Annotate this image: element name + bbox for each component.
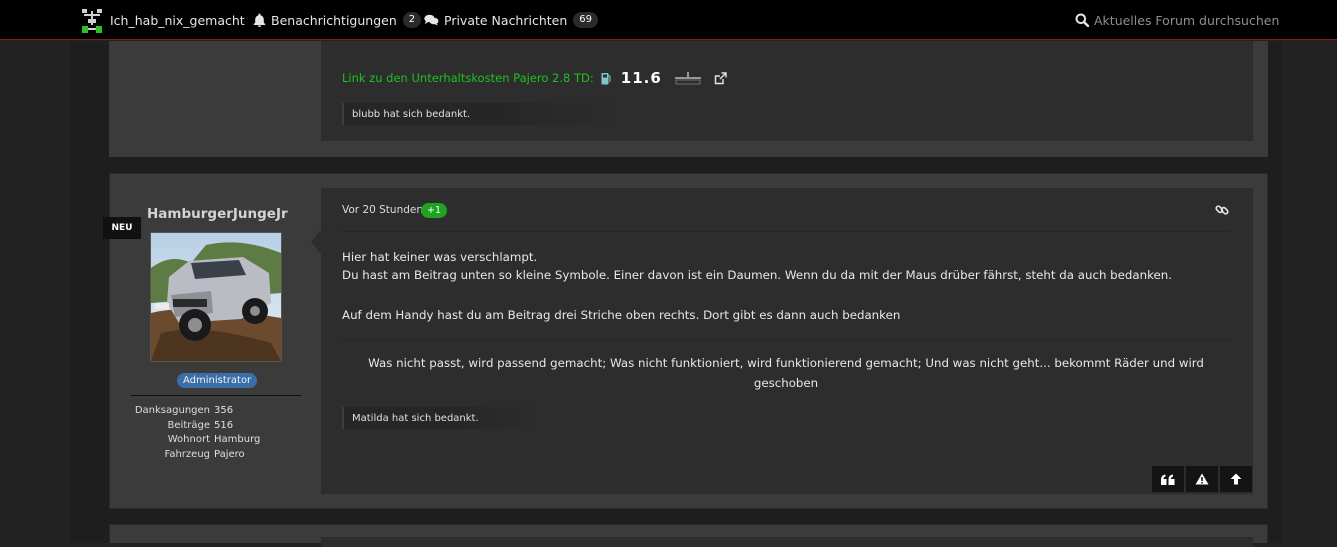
new-post-label: NEU <box>103 217 141 239</box>
private-messages-label: Private Nachrichten <box>444 12 568 28</box>
stat-label-beitraege: Beiträge <box>167 419 210 431</box>
vote-badge: +1 <box>421 203 448 218</box>
quote-button[interactable] <box>1152 466 1184 492</box>
search-placeholder: Aktuelles Forum durchsuchen <box>1094 12 1280 28</box>
user-info-divider <box>131 395 301 396</box>
post-content: Vor 20 Stunden +1 Hier hat keiner was ve… <box>311 188 1254 494</box>
post-body-line-2: Du hast am Beitrag unten so kleine Symbo… <box>342 268 1173 282</box>
user-stats-values: 356 516 Hamburg Pajero <box>214 404 314 462</box>
avatar[interactable] <box>150 232 282 362</box>
permalink-icon[interactable] <box>1215 203 1229 217</box>
signature-link-text: Link zu den Unterhaltskosten Pajero 2.8 … <box>342 71 594 85</box>
report-button[interactable] <box>1186 466 1218 492</box>
username-label: Ich_hab_nix_gemacht <box>110 12 245 28</box>
forum-search[interactable]: Aktuelles Forum durchsuchen <box>1075 0 1279 40</box>
post-timestamp[interactable]: Vor 20 Stunden <box>342 204 423 216</box>
next-post <box>109 524 1268 547</box>
fuel-consumption-value: 11.6 <box>620 69 662 87</box>
stat-label-wohnort: Wohnort <box>167 434 210 445</box>
notifications-label: Benachrichtigungen <box>271 12 397 28</box>
user-menu-link[interactable]: Ich_hab_nix_gemacht <box>110 0 245 40</box>
post-author-name[interactable]: HamburgerJungeJr <box>147 206 288 222</box>
thanks-text: blubb hat sich bedankt. <box>352 108 471 120</box>
post-header-divider <box>342 231 1230 232</box>
private-messages-link[interactable]: Private Nachrichten 69 <box>424 0 599 40</box>
post-body-line-1: Hier hat keiner was verschlampt. <box>342 250 538 264</box>
previous-post-content: Link zu den Unterhaltskosten Pajero 2.8 … <box>321 41 1253 141</box>
post-pointer <box>311 230 321 254</box>
previous-post: Link zu den Unterhaltskosten Pajero 2.8 … <box>109 41 1268 157</box>
post-body-line-3: Auf dem Handy hast du am Beitrag drei St… <box>342 308 901 322</box>
stat-value-danksagungen[interactable]: 356 <box>214 404 314 419</box>
user-role-badge: Administrator <box>177 373 258 388</box>
app-logo-icon[interactable] <box>82 9 102 33</box>
scroll-top-button[interactable] <box>1220 466 1252 492</box>
thanks-box: Matilda hat sich bedankt. <box>342 407 538 429</box>
signature-divider <box>342 339 1230 340</box>
fuel-unit-icon <box>674 71 702 85</box>
stat-value-beitraege[interactable]: 516 <box>214 419 314 434</box>
chat-icon <box>424 14 439 26</box>
post-action-buttons <box>1152 466 1254 492</box>
arrow-up-icon <box>1230 473 1242 485</box>
thanks-box: blubb hat sich bedankt. <box>342 103 619 125</box>
external-link-icon[interactable] <box>714 71 727 85</box>
quote-icon <box>1161 474 1175 485</box>
top-navigation-bar: Ich_hab_nix_gemacht Benachrichtigungen 2… <box>0 0 1337 40</box>
fuel-pump-icon <box>601 72 611 85</box>
search-icon <box>1075 13 1089 27</box>
notifications-link[interactable]: Benachrichtigungen 2 <box>253 0 422 40</box>
stat-value-wohnort: Hamburg <box>214 434 261 445</box>
thanks-text: Matilda hat sich bedankt. <box>352 412 479 424</box>
messages-count-badge: 69 <box>573 12 599 28</box>
signature-link[interactable]: Link zu den Unterhaltskosten Pajero 2.8 … <box>342 69 727 87</box>
report-icon <box>1195 473 1209 485</box>
stat-value-fahrzeug: Pajero <box>214 448 245 460</box>
notifications-count-badge: 2 <box>402 12 422 28</box>
next-post-content <box>321 537 1253 547</box>
forum-post: HamburgerJungeJr NEU Administrator Danks… <box>103 173 1268 509</box>
bell-icon <box>253 13 266 27</box>
stat-label-danksagungen: Danksagungen <box>134 405 210 416</box>
user-signature: Was nicht passt, wird passend gemacht; W… <box>368 356 1204 390</box>
stat-label-fahrzeug: Fahrzeug <box>164 448 211 460</box>
avatar-image <box>151 233 281 361</box>
